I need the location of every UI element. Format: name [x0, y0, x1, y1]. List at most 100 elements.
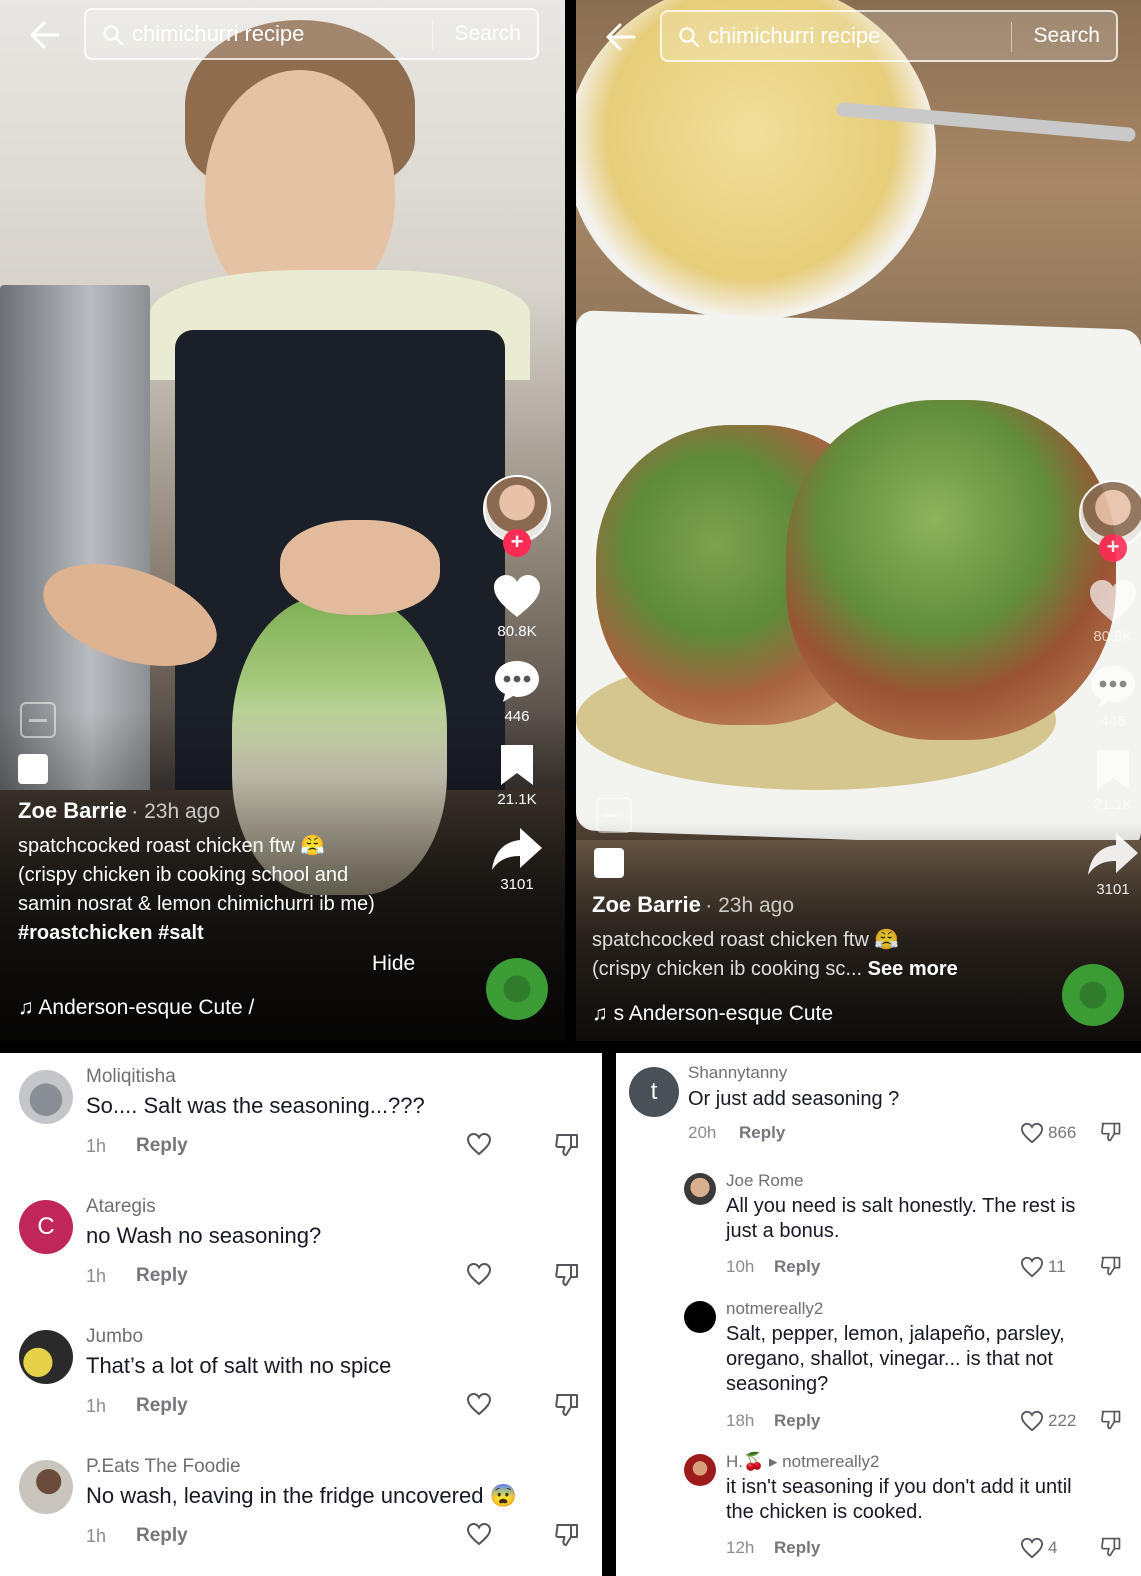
- comment-text-line: the chicken is cooked.: [726, 1501, 923, 1523]
- comment-text-line: Salt, pepper, lemon, jalapeño, parsley,: [726, 1323, 1065, 1345]
- reply-to-user[interactable]: ▸ notmereally2: [769, 1452, 880, 1471]
- see-more-link[interactable]: See more: [868, 958, 958, 980]
- video-right[interactable]: chimichurri recipe Search + 80.8K 446 21…: [576, 0, 1141, 1041]
- heart-outline-icon[interactable]: [466, 1132, 492, 1156]
- share-action[interactable]: 3101: [1077, 831, 1141, 898]
- back-arrow-icon[interactable]: [604, 22, 636, 52]
- heart-outline-icon[interactable]: [1020, 1410, 1044, 1432]
- comment-username[interactable]: notmereally2: [726, 1299, 823, 1319]
- comment-username[interactable]: Ataregis: [86, 1196, 156, 1218]
- heart-outline-icon[interactable]: [1020, 1122, 1044, 1144]
- like-count: 80.8K: [497, 623, 537, 640]
- video-left[interactable]: chimichurri recipe Search + 80.8K 446 21…: [0, 0, 565, 1041]
- captions-icon[interactable]: [20, 702, 56, 738]
- search-icon: [103, 25, 124, 46]
- share-arrow-icon: [492, 828, 542, 870]
- avatar[interactable]: [684, 1454, 716, 1486]
- dislike-icon[interactable]: [1100, 1255, 1122, 1277]
- reply-button[interactable]: Reply: [136, 1265, 188, 1287]
- share-action[interactable]: 3101: [481, 826, 553, 893]
- dislike-icon[interactable]: [554, 1392, 580, 1418]
- search-button[interactable]: Search: [1033, 24, 1100, 48]
- search-button[interactable]: Search: [454, 22, 521, 46]
- search-icon: [679, 27, 700, 48]
- reply-button[interactable]: Reply: [136, 1135, 188, 1157]
- creator-avatar[interactable]: +: [1079, 480, 1141, 562]
- reply-button[interactable]: Reply: [136, 1525, 188, 1547]
- comment-count: 446: [1100, 713, 1126, 730]
- creator-avatar[interactable]: +: [483, 475, 551, 557]
- post-time: · 23h ago: [131, 800, 221, 823]
- heart-outline-icon[interactable]: [466, 1262, 492, 1286]
- back-arrow-icon[interactable]: [28, 20, 60, 50]
- comment-action[interactable]: 446: [1077, 663, 1141, 730]
- square-icon[interactable]: [18, 754, 48, 784]
- heart-outline-icon[interactable]: [466, 1392, 492, 1416]
- comment-count: 446: [504, 708, 530, 725]
- dislike-icon[interactable]: [1100, 1121, 1122, 1143]
- dislike-icon[interactable]: [1100, 1536, 1122, 1558]
- search-bar[interactable]: chimichurri recipe Search: [660, 10, 1118, 62]
- heart-outline-icon[interactable]: [466, 1522, 492, 1546]
- search-bar[interactable]: chimichurri recipe Search: [84, 8, 539, 60]
- comment-text-line: just a bonus.: [726, 1220, 840, 1242]
- heart-outline-icon[interactable]: [1020, 1537, 1044, 1559]
- search-query[interactable]: chimichurri recipe: [708, 23, 880, 49]
- comment-username[interactable]: Joe Rome: [726, 1171, 803, 1191]
- action-rail: + 80.8K 446 21.1K 3101: [1077, 480, 1141, 898]
- music-disc-icon[interactable]: [1062, 964, 1124, 1026]
- comment-username[interactable]: Shannytanny: [688, 1063, 787, 1083]
- captions-icon[interactable]: [596, 797, 632, 833]
- save-action[interactable]: 21.1K: [1077, 748, 1141, 813]
- author-name[interactable]: Zoe Barrie: [18, 798, 127, 823]
- comment-time: 18h: [726, 1411, 755, 1430]
- comment-icon: [495, 661, 539, 702]
- like-action[interactable]: 80.8K: [481, 573, 553, 640]
- square-icon[interactable]: [594, 848, 624, 878]
- avatar[interactable]: C: [19, 1200, 73, 1254]
- save-action[interactable]: 21.1K: [481, 743, 553, 808]
- comments-panel-right: t Shannytanny Or just add seasoning ? 20…: [616, 1053, 1141, 1576]
- chicken-piece: [786, 400, 1116, 740]
- dislike-icon[interactable]: [554, 1522, 580, 1548]
- avatar[interactable]: [19, 1330, 73, 1384]
- reply-button[interactable]: Reply: [739, 1123, 785, 1143]
- follow-button[interactable]: +: [503, 529, 531, 557]
- reply-button[interactable]: Reply: [774, 1257, 820, 1277]
- comment-text: So.... Salt was the seasoning...???: [86, 1093, 425, 1118]
- heart-outline-icon[interactable]: [1020, 1256, 1044, 1278]
- comment-username[interactable]: P.Eats The Foodie: [86, 1456, 241, 1478]
- reply-button[interactable]: Reply: [774, 1538, 820, 1558]
- comment-username[interactable]: Jumbo: [86, 1326, 143, 1348]
- dislike-icon[interactable]: [1100, 1409, 1122, 1431]
- comment-icon: [1091, 666, 1135, 707]
- music-label[interactable]: ♫ s Anderson-esque Cute: [592, 1002, 833, 1026]
- music-disc-icon[interactable]: [486, 958, 548, 1020]
- comment-username[interactable]: Moliqitisha: [86, 1066, 176, 1088]
- avatar[interactable]: [684, 1301, 716, 1333]
- avatar[interactable]: [19, 1070, 73, 1124]
- avatar[interactable]: [19, 1460, 73, 1514]
- comment-username[interactable]: H.🍒 ▸ notmereally2: [726, 1452, 880, 1472]
- reply-button[interactable]: Reply: [136, 1395, 188, 1417]
- follow-button[interactable]: +: [1099, 534, 1127, 562]
- search-query[interactable]: chimichurri recipe: [132, 21, 304, 47]
- hide-button[interactable]: Hide: [372, 952, 415, 976]
- author-name[interactable]: Zoe Barrie: [592, 892, 701, 917]
- comment-text: no Wash no seasoning?: [86, 1223, 322, 1248]
- reply-button[interactable]: Reply: [774, 1411, 820, 1431]
- music-label[interactable]: ♫ Anderson-esque Cute /: [18, 996, 254, 1020]
- caption-text: spatchcocked roast chicken ftw 😤 (crispy…: [18, 832, 375, 948]
- dislike-icon[interactable]: [554, 1262, 580, 1288]
- hashtags[interactable]: #roastchicken #salt: [18, 919, 375, 948]
- dislike-icon[interactable]: [554, 1132, 580, 1158]
- avatar[interactable]: t: [629, 1067, 679, 1117]
- comment-time: 1h: [86, 1526, 107, 1546]
- comment-action[interactable]: 446: [481, 658, 553, 725]
- like-action[interactable]: 80.8K: [1077, 578, 1141, 645]
- avatar[interactable]: [684, 1173, 716, 1205]
- comment-text: Salt, pepper, lemon, jalapeño, parsley, …: [726, 1322, 1065, 1397]
- bookmark-icon: [501, 745, 533, 785]
- reply-author[interactable]: H.🍒: [726, 1452, 764, 1471]
- heart-icon: [494, 575, 540, 617]
